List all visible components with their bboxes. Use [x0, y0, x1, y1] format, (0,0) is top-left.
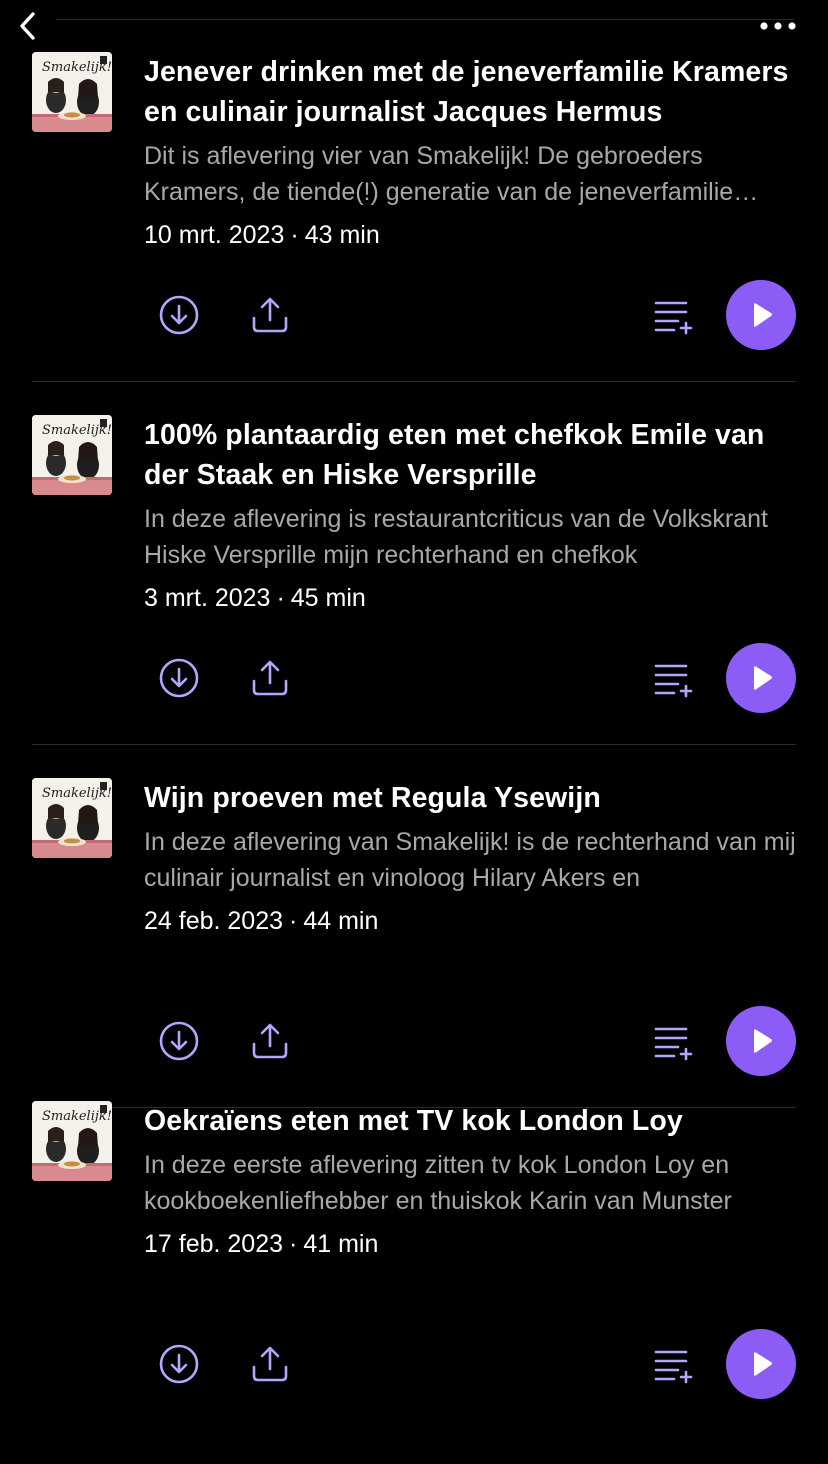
play-icon [754, 1352, 772, 1376]
top-bar [0, 0, 828, 52]
share-button[interactable] [246, 291, 294, 339]
download-icon [159, 295, 199, 335]
share-icon [252, 297, 288, 333]
episode-cover-art[interactable]: Smakelijk! [32, 52, 112, 132]
meta-separator: · [289, 907, 298, 935]
share-button[interactable] [246, 1017, 294, 1065]
play-button[interactable] [726, 280, 796, 350]
meta-separator: · [276, 584, 285, 612]
episode-description: In deze aflevering van Smakelijk! is de … [144, 828, 796, 892]
episode-item[interactable]: Smakelijk! 100% plantaardig eten met che… [0, 415, 828, 778]
episode-cover-art[interactable]: Smakelijk! [32, 778, 112, 858]
meta-separator: · [290, 221, 299, 249]
episode-title[interactable]: Wijn proeven met Regula Ysewijn [144, 778, 800, 818]
add-to-queue-button[interactable] [648, 1340, 696, 1388]
episode-meta: 24 feb. 2023 · 44 min [144, 904, 378, 938]
episode-duration: 45 min [290, 584, 366, 612]
episode-divider [32, 381, 796, 382]
download-button[interactable] [155, 654, 203, 702]
share-button[interactable] [246, 654, 294, 702]
download-button[interactable] [155, 291, 203, 339]
chevron-left-icon [20, 12, 35, 40]
play-icon [754, 666, 772, 690]
episode-date: 10 mrt. 2023 [144, 221, 285, 249]
podcast-cover-art: Smakelijk! [32, 778, 112, 858]
share-icon [252, 1023, 288, 1059]
episode-meta: 3 mrt. 2023 · 45 min [144, 581, 366, 615]
share-icon [252, 660, 288, 696]
play-button[interactable] [726, 643, 796, 713]
episode-title[interactable]: 100% plantaardig eten met chefkok Emile … [144, 415, 800, 495]
play-button[interactable] [726, 1006, 796, 1076]
meta-separator: · [289, 1230, 298, 1258]
podcast-cover-art: Smakelijk! [32, 52, 112, 132]
episode-meta: 17 feb. 2023 · 41 min [144, 1227, 378, 1261]
episode-cover-art[interactable]: Smakelijk! [32, 415, 112, 495]
add-to-queue-icon [654, 664, 693, 698]
more-horizontal-icon [760, 22, 796, 30]
download-button[interactable] [155, 1340, 203, 1388]
add-to-queue-button[interactable] [648, 654, 696, 702]
add-to-queue-button[interactable] [648, 1017, 696, 1065]
episode-meta: 10 mrt. 2023 · 43 min [144, 218, 380, 252]
episode-date: 24 feb. 2023 [144, 907, 284, 935]
play-icon [754, 1029, 772, 1053]
episode-cover-art[interactable]: Smakelijk! [32, 1101, 112, 1181]
add-to-queue-icon [654, 1350, 693, 1384]
podcast-cover-art: Smakelijk! [32, 1101, 112, 1181]
episode-description: In deze eerste aflevering zitten tv kok … [144, 1151, 732, 1215]
episode-title[interactable]: Jenever drinken met de jeneverfamilie Kr… [144, 52, 800, 132]
play-icon [754, 303, 772, 327]
episode-item[interactable]: Smakelijk! Wijn proeven met Regula Ysewi… [0, 778, 828, 1141]
episode-item[interactable]: Smakelijk! Oekraïens eten met TV kok Lon… [0, 1101, 828, 1464]
episode-duration: 41 min [303, 1230, 379, 1258]
podcast-cover-art: Smakelijk! [32, 415, 112, 495]
download-icon [159, 1344, 199, 1384]
episode-description: Dit is aflevering vier van Smakelijk! De… [144, 142, 734, 206]
add-to-queue-icon [654, 301, 693, 335]
episode-duration: 43 min [304, 221, 380, 249]
episode-item[interactable]: Smakelijk! Jenever drinken met de jeneve… [0, 52, 828, 415]
episode-duration: 44 min [303, 907, 379, 935]
episode-divider [32, 744, 796, 745]
add-to-queue-button[interactable] [648, 291, 696, 339]
download-icon [159, 658, 199, 698]
add-to-queue-icon [654, 1027, 693, 1061]
episode-description: In deze aflevering is restaurantcriticus… [144, 505, 768, 569]
episode-title[interactable]: Oekraïens eten met TV kok London Loy [144, 1101, 800, 1141]
share-button[interactable] [246, 1340, 294, 1388]
back-button[interactable] [12, 8, 44, 44]
episode-date: 17 feb. 2023 [144, 1230, 284, 1258]
top-divider [56, 19, 794, 20]
episode-date: 3 mrt. 2023 [144, 584, 271, 612]
play-button[interactable] [726, 1329, 796, 1399]
more-options-button[interactable] [758, 14, 798, 38]
download-icon [159, 1021, 199, 1061]
share-icon [252, 1346, 288, 1382]
download-button[interactable] [155, 1017, 203, 1065]
